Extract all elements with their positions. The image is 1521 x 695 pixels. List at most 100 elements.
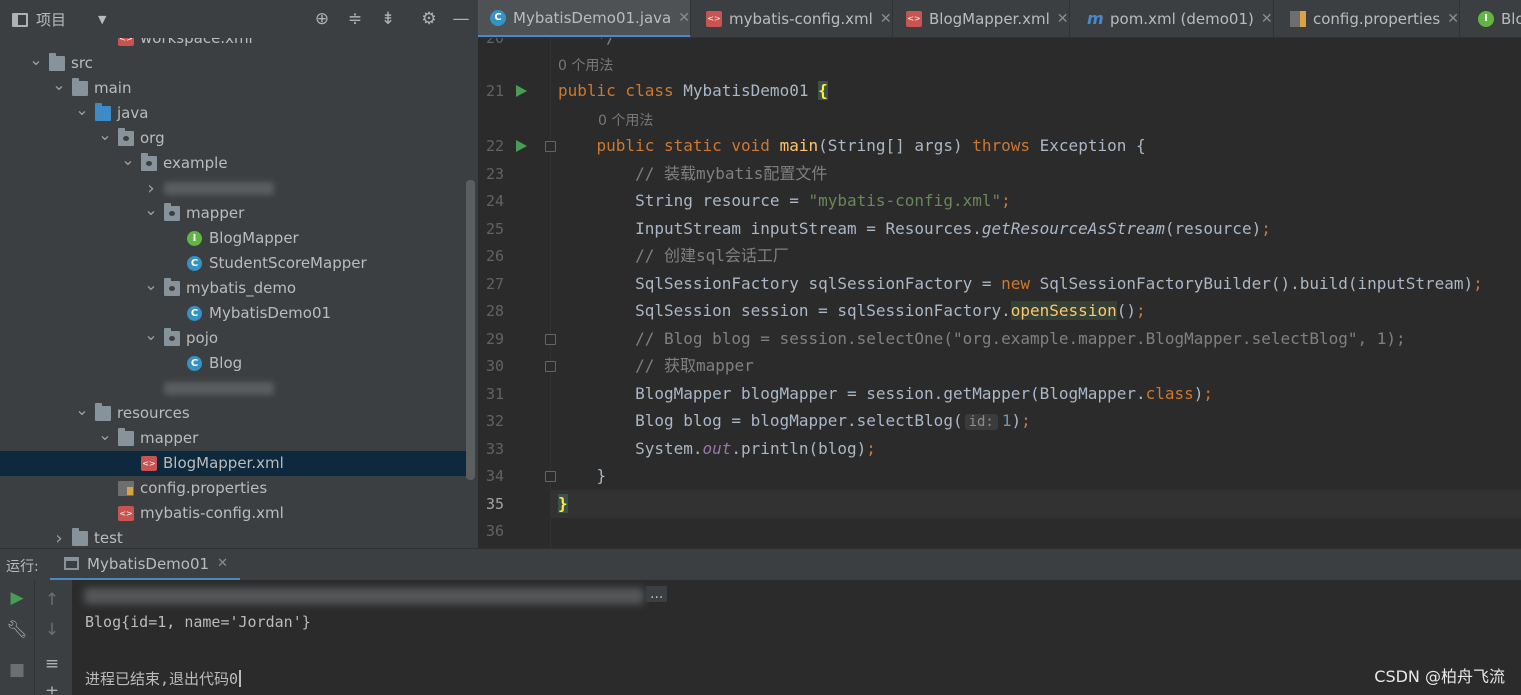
arrow-up-icon[interactable]: ↑ (35, 590, 69, 610)
tree-item[interactable]: ⌄ resources (0, 400, 466, 426)
close-icon[interactable]: ✕ (678, 10, 690, 26)
tab-label: BlogMapper.xml (929, 10, 1050, 28)
tree-item[interactable]: <> mybatis-config.xml (0, 501, 466, 526)
code-token: SqlSessionFactory sqlSessionFactory = (558, 274, 1002, 293)
target-icon[interactable]: ⊕ (310, 7, 334, 31)
tree-item[interactable]: ⌄ src (0, 50, 466, 76)
tree-item[interactable]: ⌄ mybatis_demo (0, 275, 466, 301)
line-number: 23 (485, 165, 504, 183)
close-icon[interactable]: ✕ (1057, 11, 1069, 27)
chevron-down-icon[interactable]: ⌄ (121, 147, 135, 172)
line-number: 33 (485, 440, 504, 458)
code-token: ; (1135, 301, 1146, 320)
tree-item-label: mapper (140, 429, 199, 447)
line-number: 21 (485, 82, 504, 100)
tree-item[interactable]: ⌄ java (0, 100, 466, 126)
line-number: 27 (485, 275, 504, 293)
chevron-down-icon[interactable]: ⌄ (29, 47, 43, 72)
editor-tab[interactable]: I Blo (1466, 0, 1521, 37)
chevron-down-icon[interactable]: ⌄ (75, 97, 89, 122)
code-line: // 获取mapper (558, 352, 754, 380)
interface-icon: I (1478, 11, 1494, 27)
tree-item[interactable]: config.properties (0, 476, 466, 501)
project-scrollbar[interactable] (466, 180, 475, 480)
chevron-down-icon[interactable]: ⌄ (98, 122, 112, 147)
run-tab[interactable]: MybatisDemo01 ✕ (50, 549, 240, 581)
chevron-down-icon[interactable]: ⌄ (144, 197, 158, 222)
editor-tab[interactable]: config.properties ✕ (1278, 0, 1460, 37)
project-view-selector[interactable]: 项目 ▼ (12, 9, 106, 30)
code-line: InputStream inputStream = Resources.getR… (558, 215, 1271, 243)
minimize-icon[interactable]: — (449, 7, 473, 31)
editor-tab[interactable]: m pom.xml (demo01) ✕ (1075, 0, 1274, 37)
chevron-down-icon: ▼ (98, 13, 107, 26)
chevron-down-icon[interactable]: ⌄ (98, 422, 112, 447)
package-icon (164, 203, 180, 221)
fold-marker-icon[interactable] (545, 361, 556, 372)
tree-item[interactable] (0, 376, 466, 401)
gear-icon[interactable]: ⚙ (417, 7, 441, 31)
expand-all-icon[interactable]: ≑ (343, 7, 367, 31)
code-editor[interactable]: 20 */ 0 个用法 21 public class MybatisDemo01 {… (478, 38, 1521, 548)
close-icon[interactable]: ✕ (880, 11, 892, 27)
code-line: } (558, 462, 607, 490)
code-token: throws (972, 136, 1040, 155)
tree-item[interactable]: C MybatisDemo01 (0, 301, 466, 326)
collapse-all-icon[interactable]: ⇟ (376, 7, 400, 31)
tree-item[interactable]: ⌄ org (0, 125, 466, 151)
chevron-down-icon[interactable]: ⌄ (144, 272, 158, 297)
chevron-right-icon[interactable]: › (52, 526, 66, 548)
close-icon[interactable]: ✕ (1447, 11, 1459, 27)
xml-file-icon: <> (906, 11, 922, 27)
tree-item-label: test (94, 529, 123, 547)
tree-item[interactable]: I BlogMapper (0, 226, 466, 251)
tab-label: Blo (1501, 10, 1521, 28)
editor-tab[interactable]: <> mybatis-config.xml ✕ (694, 0, 893, 37)
fold-marker-icon[interactable] (545, 471, 556, 482)
fold-marker-icon[interactable] (545, 141, 556, 152)
tree-item[interactable]: ⌄ pojo (0, 325, 466, 351)
line-number: 35 (485, 495, 504, 513)
close-icon[interactable]: ✕ (1261, 11, 1273, 27)
console-output[interactable]: ... Blog{id=1, name='Jordan'} 进程已结束,退出代码… (72, 580, 1521, 695)
tree-item[interactable]: C StudentScoreMapper (0, 251, 466, 276)
package-icon (118, 128, 134, 146)
fold-marker-icon[interactable] (545, 334, 556, 345)
chevron-down-icon[interactable]: ⌄ (75, 397, 89, 422)
tree-item[interactable]: ⌄ example (0, 150, 466, 176)
tree-item-label: example (163, 154, 228, 172)
code-token: ) (1193, 384, 1204, 403)
run-gutter-icon[interactable] (516, 85, 527, 97)
line-number: 24 (485, 192, 504, 210)
code-line: System.out.println(blog); (558, 435, 876, 463)
tree-item[interactable]: ⌄ mapper (0, 425, 466, 451)
wrench-icon[interactable]: 🔧︎ (0, 620, 34, 640)
scroll-to-end-icon[interactable]: ± (35, 682, 69, 695)
tree-item[interactable]: <> BlogMapper.xml (0, 451, 466, 476)
usage-hint[interactable]: 0 个用法 (598, 110, 653, 130)
interface-icon: I (187, 231, 202, 246)
usage-hint[interactable]: 0 个用法 (558, 55, 613, 75)
chevron-down-icon[interactable]: ⌄ (144, 322, 158, 347)
stop-icon[interactable]: ■ (0, 660, 34, 680)
run-gutter-icon[interactable] (516, 140, 527, 152)
tree-item-label: java (117, 104, 149, 122)
soft-wrap-icon[interactable]: ≡ (35, 654, 69, 674)
command-ellipsis[interactable]: ... (646, 586, 668, 602)
tree-item[interactable]: › test (0, 526, 466, 548)
line-number: 26 (485, 247, 504, 265)
chevron-down-icon[interactable]: ⌄ (52, 72, 66, 97)
code-token: // 装载mybatis配置文件 (635, 164, 828, 183)
tree-item[interactable]: C Blog (0, 351, 466, 376)
close-icon[interactable]: ✕ (217, 556, 228, 571)
code-token: String resource = (558, 191, 809, 210)
text-cursor (239, 670, 242, 687)
editor-tab[interactable]: <> BlogMapper.xml ✕ (894, 0, 1070, 37)
rerun-icon[interactable]: ▶ (0, 588, 34, 608)
tree-item[interactable]: ⌄ mapper (0, 200, 466, 226)
arrow-down-icon[interactable]: ↓ (35, 620, 69, 640)
tree-item[interactable]: ⌄ main (0, 75, 466, 101)
code-token: SqlSessionFactoryBuilder().build(inputSt… (1039, 274, 1474, 293)
tree-item[interactable]: › (0, 176, 466, 201)
editor-tab[interactable]: C MybatisDemo01.java ✕ (478, 0, 691, 37)
